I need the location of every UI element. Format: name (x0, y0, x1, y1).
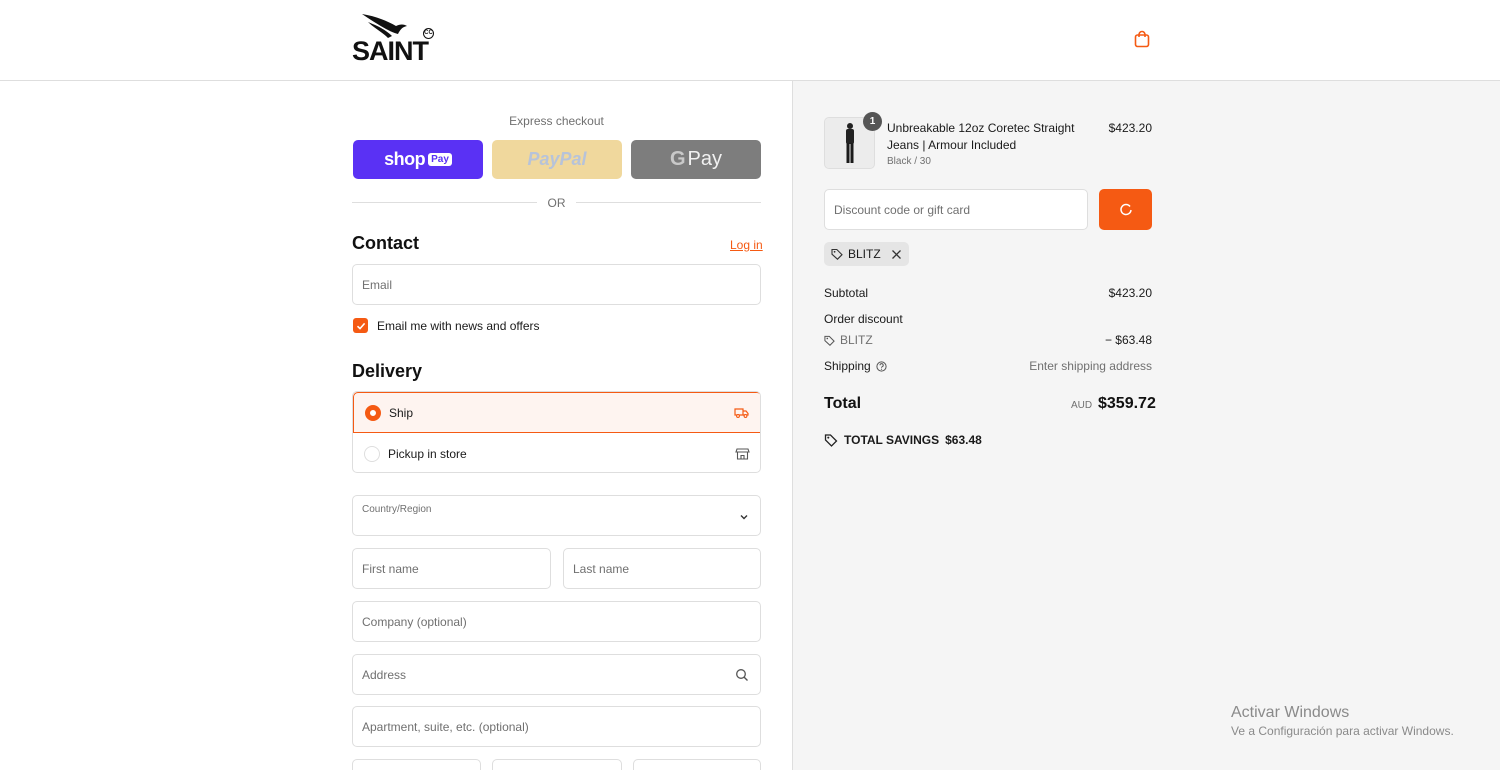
newsletter-checkbox-row[interactable]: Email me with news and offers (353, 318, 540, 333)
applied-discount-chip: BLITZ (824, 242, 909, 266)
total-label: Total (824, 395, 862, 412)
remove-discount-close-icon[interactable] (891, 249, 902, 260)
total-value: $359.72 (1098, 395, 1156, 412)
savings-label: TOTAL SAVINGS (844, 433, 940, 447)
express-checkout-label: Express checkout (509, 114, 604, 128)
email-input[interactable] (353, 265, 760, 304)
postcode-field[interactable] (633, 759, 761, 770)
truck-icon (734, 408, 749, 418)
loading-spinner-icon (1119, 203, 1132, 215)
pickup-label: Pickup in store (388, 446, 467, 461)
watermark-line1: Activar Windows (1231, 704, 1350, 721)
help-icon[interactable] (876, 360, 887, 372)
discount-code-row: BLITZ (824, 333, 873, 347)
shipping-value: Enter shipping address (1029, 359, 1152, 373)
subtotal-value: $423.20 (1108, 286, 1152, 300)
chevron-down-icon (740, 515, 748, 520)
login-link[interactable]: Log in (730, 238, 763, 252)
discount-code-label: BLITZ (840, 333, 873, 347)
or-divider: OR (352, 196, 761, 210)
store-icon (735, 448, 750, 460)
company-field[interactable] (352, 601, 761, 642)
company-input[interactable] (353, 602, 760, 641)
shop-pay-badge: Pay (428, 153, 452, 166)
apartment-field[interactable] (352, 706, 761, 747)
city-field[interactable] (352, 759, 481, 770)
paypal-logo: PayPal (527, 149, 587, 169)
watermark-line2: Ve a Configuración para activar Windows. (1231, 724, 1454, 738)
order-summary-panel (792, 81, 1500, 770)
applied-code-label: BLITZ (848, 247, 881, 261)
tag-icon (831, 248, 843, 260)
last-name-field[interactable] (563, 548, 761, 589)
address-input[interactable] (353, 655, 760, 694)
checkmark-icon (356, 322, 365, 330)
country-label: Country/Region (362, 504, 432, 515)
subtotal-label: Subtotal (824, 286, 869, 300)
email-field[interactable] (352, 264, 761, 305)
total-savings-row: TOTAL SAVINGS $63.48 (824, 433, 982, 447)
last-name-input[interactable] (564, 549, 760, 588)
first-name-field[interactable] (352, 548, 551, 589)
shop-pay-button[interactable]: shop Pay (353, 140, 483, 179)
pickup-radio[interactable] (364, 445, 380, 462)
search-icon (736, 669, 748, 681)
shipping-label: Shipping (824, 359, 871, 373)
shopping-bag-icon[interactable] (1133, 30, 1151, 48)
logo-wordmark: SAINT (352, 36, 429, 66)
tag-icon (824, 335, 835, 346)
google-g-icon: G (669, 148, 686, 170)
contact-heading: Contact (352, 233, 419, 253)
product-variant: Black / 30 (887, 156, 931, 167)
first-name-input[interactable] (353, 549, 550, 588)
ship-radio[interactable] (365, 404, 381, 421)
shop-pay-brand: shop (384, 149, 426, 169)
product-title: Unbreakable 12oz Coretec Straight Jeans … (887, 121, 1075, 152)
header: SAINT CC (0, 0, 1500, 81)
newsletter-checkbox[interactable] (353, 318, 368, 333)
order-discount-label: Order discount (824, 312, 903, 326)
discount-field[interactable] (824, 189, 1088, 230)
country-select[interactable]: Country/Region (352, 495, 761, 536)
delivery-option-pickup[interactable]: Pickup in store (353, 433, 760, 472)
address-field[interactable] (352, 654, 761, 695)
discount-input[interactable] (825, 190, 1087, 229)
quantity-badge: 1 (863, 112, 882, 131)
tags-icon (824, 434, 838, 447)
total-currency: AUD (1071, 400, 1093, 411)
newsletter-label: Email me with news and offers (377, 318, 540, 333)
savings-value: $63.48 (945, 433, 982, 447)
saint-logo[interactable]: SAINT CC (352, 12, 436, 66)
ship-label: Ship (389, 405, 414, 420)
shipping-row: Shipping (824, 359, 887, 373)
windows-activation-watermark: Activar Windows Ve a Configuración para … (1231, 704, 1454, 738)
or-text: OR (547, 196, 566, 210)
google-pay-label: Pay (687, 148, 723, 170)
discount-value: − $63.48 (1104, 333, 1152, 347)
state-field[interactable] (492, 759, 622, 770)
logo-badge: CC (423, 28, 434, 39)
product-price: $423.20 (1108, 121, 1152, 135)
delivery-option-ship[interactable]: Ship (353, 392, 760, 433)
divider-line-right (576, 202, 761, 203)
apply-discount-button[interactable] (1099, 189, 1152, 230)
google-pay-button[interactable]: G Pay (631, 140, 761, 179)
paypal-button[interactable]: PayPal (492, 140, 622, 179)
delivery-method-group: Ship Pickup in store (352, 391, 761, 473)
delivery-heading: Delivery (352, 361, 423, 381)
apartment-input[interactable] (353, 707, 760, 746)
